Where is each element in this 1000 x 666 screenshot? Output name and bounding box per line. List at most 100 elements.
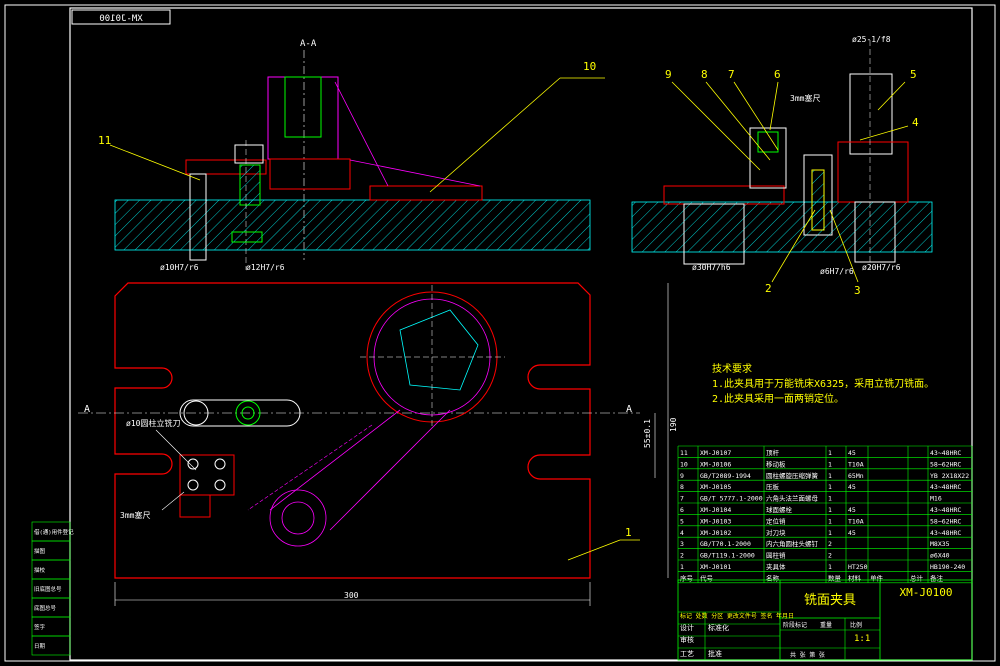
parts-cell-no: 1 — [680, 563, 684, 571]
parts-cell-qty: 1 — [828, 449, 832, 457]
parts-cell-no: 3 — [680, 540, 684, 548]
part-label-9: 9 — [665, 68, 672, 81]
parts-cell-name: 对刀块 — [766, 528, 786, 537]
parts-cell-name: 定位销 — [766, 516, 786, 525]
parts-cell-name: 圆柱销 — [766, 551, 786, 560]
parts-cell-qty: 1 — [828, 483, 832, 491]
parts-cell-no: 8 — [680, 483, 684, 491]
side-stamp-label: 描校 — [34, 566, 46, 574]
parts-cell-code: GB/T2089-1994 — [700, 472, 751, 480]
parts-cell-qty: 1 — [828, 563, 832, 571]
parts-cell-qty: 2 — [828, 540, 832, 548]
parts-cell-note: M8X35 — [930, 540, 950, 548]
parts-cell-note: M16 — [930, 495, 942, 503]
dim-phi20: ø20H7/r6 — [862, 263, 901, 272]
parts-cell-mat: 65Mn — [848, 472, 864, 480]
note-cutter-left: ø10圆柱立铣刀 — [126, 418, 180, 428]
dim-phi12: ø12H7/r6 — [246, 263, 285, 272]
parts-cell-qty: 1 — [828, 495, 832, 503]
parts-header-cell: 序号 — [680, 573, 694, 582]
side-stamp-label: 日期 — [34, 643, 46, 650]
parts-cell-name: 六角头法兰面螺母 — [766, 494, 819, 503]
title-sheet: 共 张 第 张 — [790, 651, 825, 659]
parts-cell-code: XM-J0107 — [700, 449, 731, 457]
parts-cell-no: 11 — [680, 449, 688, 457]
parts-cell-name: 移动板 — [766, 459, 786, 468]
parts-cell-code: XM-J0101 — [700, 563, 731, 571]
title-designer: 设计 — [680, 623, 694, 632]
tech-line2: 2.此夹具采用一面两销定位。 — [712, 392, 844, 405]
parts-cell-mat: T10A — [848, 460, 864, 468]
parts-cell-code: XM-J0102 — [700, 529, 731, 537]
cad-drawing: XM-J0100 A-A 11 10 ø10H7/r6 ø12H7/r6 9 8… — [4, 4, 996, 662]
title-block: 标记 处数 分区 更改文件号 签名 年月日 设计 审核 工艺 标准化 批准 铣面… — [677, 579, 973, 661]
parts-cell-note: 43~48HRC — [930, 483, 961, 491]
title-code: XM-J0100 — [900, 586, 953, 599]
parts-cell-mat: 45 — [848, 449, 856, 457]
parts-header-cell: 备注 — [930, 573, 944, 582]
mirrored-code: XM-J0100 — [99, 14, 142, 24]
part-label-10: 10 — [583, 60, 596, 73]
title-change-row: 标记 处数 分区 更改文件号 签名 年月日 — [680, 612, 794, 620]
parts-cell-no: 2 — [680, 552, 684, 560]
dim-phi30: ø30H7/h6 — [692, 263, 731, 272]
parts-header-cell: 名称 — [766, 573, 780, 582]
parts-cell-mat: T10A — [848, 517, 864, 525]
parts-cell-no: 7 — [680, 495, 684, 503]
outer-border — [4, 4, 996, 662]
parts-header-cell: 代号 — [700, 573, 714, 582]
title-approve: 批准 — [708, 649, 722, 658]
part-label-3: 3 — [854, 284, 861, 297]
parts-cell-code: GB/T 5777.1-2000 — [700, 495, 763, 503]
title-main: 铣面夹具 — [804, 593, 856, 608]
parts-cell-no: 10 — [680, 460, 688, 468]
part-label-2: 2 — [765, 282, 772, 295]
parts-cell-qty: 2 — [828, 552, 832, 560]
parts-header-cell: 单件 — [870, 573, 884, 582]
parts-cell-name: 顶杆 — [766, 448, 780, 457]
parts-header-cell: 数量 — [828, 573, 842, 582]
parts-cell-mat: 45 — [848, 483, 856, 491]
parts-cell-qty: 1 — [828, 460, 832, 468]
parts-cell-name: 圆柱螺旋压缩弹簧 — [766, 471, 819, 480]
dim-190: 190 — [669, 417, 678, 432]
dim-phi10: ø10H7/r6 — [160, 263, 199, 272]
parts-cell-code: XM-J0106 — [700, 460, 731, 468]
section-marker-right: A — [626, 404, 632, 415]
parts-cell-name: 内六角圆柱头螺钉 — [766, 539, 819, 548]
parts-cell-no: 5 — [680, 517, 684, 525]
title-standard: 标准化 — [708, 623, 729, 632]
parts-cell-name: 压板 — [766, 482, 780, 491]
parts-cell-name: 夹具体 — [766, 562, 786, 571]
parts-cell-qty: 1 — [828, 506, 832, 514]
part-label-8: 8 — [701, 68, 708, 81]
parts-cell-no: 4 — [680, 529, 684, 537]
side-stamp: 借(通)用件登记描图描校旧底图总号底图总号签字日期 — [31, 521, 74, 656]
parts-cell-qty: 1 — [828, 517, 832, 525]
part-label-6: 6 — [774, 68, 781, 81]
title-ratio: 比例 — [850, 621, 862, 629]
title-mark: 阶段标记 — [783, 621, 807, 629]
parts-cell-mat: 45 — [848, 506, 856, 514]
section-marker-left: A — [84, 404, 90, 415]
side-stamp-label: 签字 — [34, 623, 46, 631]
part-label-1: 1 — [625, 526, 632, 539]
title-review: 审核 — [680, 635, 694, 644]
parts-cell-no: 9 — [680, 472, 684, 480]
side-stamp-label: 底图总号 — [34, 604, 57, 612]
title-scale: 1:1 — [854, 634, 870, 644]
section-label: A-A — [300, 39, 317, 49]
side-stamp-label: 旧底图总号 — [34, 585, 62, 593]
parts-cell-no: 6 — [680, 506, 684, 514]
parts-cell-note: 43~48HRC — [930, 449, 961, 457]
part-label-11: 11 — [98, 134, 111, 147]
parts-cell-note: 58~62HRC — [930, 460, 961, 468]
parts-cell-note: YB 2X18X22 — [930, 472, 969, 480]
parts-table: 11 XM-J0107 顶杆 1 45 43~48HRC10 XM-J0106 移动板 1 T10… — [677, 445, 973, 584]
dim-55: 55±0.1 — [643, 419, 652, 448]
title-weight: 重量 — [820, 621, 832, 629]
title-craft: 工艺 — [680, 650, 694, 658]
parts-cell-name: 球面螺栓 — [766, 505, 793, 514]
part-label-7: 7 — [728, 68, 735, 81]
parts-cell-code: GB/T119.1-2000 — [700, 552, 755, 560]
